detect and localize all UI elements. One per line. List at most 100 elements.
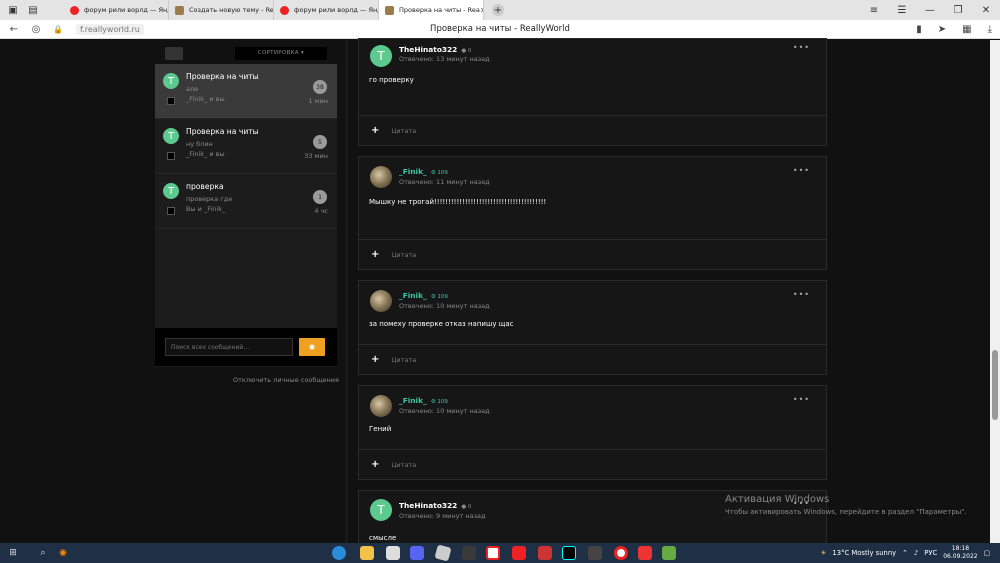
- system-tray: ☀ 13°C Mostly sunny ⌃ ♪ РУС 18:18 06.09.…: [820, 543, 990, 563]
- url-field[interactable]: f.reallyworld.ru: [76, 23, 144, 35]
- plus-icon[interactable]: +: [371, 459, 379, 470]
- avatar[interactable]: [370, 395, 392, 417]
- conversation-checkbox[interactable]: [167, 207, 175, 215]
- extensions-icon[interactable]: ▦: [962, 24, 971, 35]
- browser-tab-bar: ▣ ▤ форум рили ворлд — Янд Создать новую…: [0, 0, 1000, 20]
- page-scrollbar[interactable]: [990, 40, 1000, 543]
- gear-icon: ✱: [308, 342, 316, 352]
- yandex-icon[interactable]: [486, 546, 500, 560]
- new-tab-button[interactable]: +: [492, 4, 504, 16]
- browser-tab-2[interactable]: Создать новую тему - Rea: [169, 0, 274, 20]
- roblox-icon[interactable]: [434, 544, 452, 562]
- tab-title: Проверка на читы - Rea: [399, 6, 480, 14]
- conversation-checkbox[interactable]: [167, 152, 175, 160]
- more-options-icon[interactable]: •••: [793, 166, 810, 175]
- back-icon[interactable]: ←: [6, 24, 22, 35]
- author-name[interactable]: _Finik_ ⚙ 109: [399, 167, 448, 176]
- browser-tab-1[interactable]: форум рили ворлд — Янд: [64, 0, 169, 20]
- windows-taskbar: ⊞ ⌕ ◉ ☀ 13°C Mostly sunny ⌃ ♪ РУС 18:18 …: [0, 543, 1000, 563]
- tiktok-icon[interactable]: [562, 546, 576, 560]
- yandex-app-icon[interactable]: [512, 546, 526, 560]
- minimize-icon[interactable]: —: [916, 5, 944, 16]
- page-content: СОРТИРОВКА ▾ T Проверка на читы але _Fin…: [0, 38, 1000, 550]
- author-name[interactable]: TheHinato322 ● 0: [399, 45, 471, 54]
- bookmarks-icon[interactable]: ≡: [860, 5, 888, 16]
- conversation-time: 33 мин: [304, 152, 328, 160]
- windows-start-icon[interactable]: ⊞: [6, 546, 20, 560]
- more-options-icon[interactable]: •••: [793, 395, 810, 404]
- explorer-icon[interactable]: [360, 546, 374, 560]
- download-icon[interactable]: ⤓: [988, 24, 992, 35]
- conversation-time: 1 мин: [308, 97, 328, 105]
- yandex-browser-icon[interactable]: [462, 546, 476, 560]
- author-name[interactable]: _Finik_ ⚙ 109: [399, 396, 448, 405]
- plus-icon[interactable]: +: [371, 249, 379, 260]
- app-icon[interactable]: ◉: [56, 546, 70, 560]
- post-text: смысле: [369, 534, 397, 542]
- quote-button[interactable]: Цитата: [391, 127, 416, 135]
- message-post: _Finik_ ⚙ 109 Отвечено: 10 минут назад ••…: [358, 385, 827, 480]
- plus-icon[interactable]: +: [371, 125, 379, 136]
- files-icon[interactable]: [386, 546, 400, 560]
- browser-tab-3[interactable]: форум рили ворлд — Янд: [274, 0, 379, 20]
- folder-icon[interactable]: ▤: [26, 3, 40, 17]
- search-input[interactable]: [165, 338, 293, 356]
- scrollbar-thumb[interactable]: [992, 350, 998, 420]
- launcher-icon[interactable]: [588, 546, 602, 560]
- search-settings-button[interactable]: ✱: [299, 338, 325, 356]
- conversation-item[interactable]: T проверка проверка где Вы и _Finik_ 1 4…: [155, 174, 337, 229]
- clock[interactable]: 18:18 06.09.2022: [943, 545, 977, 561]
- quote-button[interactable]: Цитата: [391, 356, 416, 364]
- more-options-icon[interactable]: •••: [793, 43, 810, 52]
- post-time: Отвечено: 13 минут назад: [399, 55, 490, 63]
- author-name[interactable]: _Finik_ ⚙ 109: [399, 291, 448, 300]
- message-count-badge: 1: [313, 190, 327, 204]
- more-options-icon[interactable]: •••: [793, 290, 810, 299]
- close-tab-icon[interactable]: ✕: [480, 6, 483, 15]
- conversation-title: Проверка на читы: [186, 72, 259, 81]
- tab-title: форум рили ворлд — Янд: [294, 6, 379, 14]
- avatar: T: [163, 183, 179, 199]
- game-icon[interactable]: [538, 546, 552, 560]
- conversation-checkbox[interactable]: [167, 97, 175, 105]
- sort-dropdown[interactable]: СОРТИРОВКА ▾: [234, 46, 327, 60]
- close-window-icon[interactable]: ✕: [972, 5, 1000, 16]
- select-all-box[interactable]: [165, 46, 183, 60]
- tabs-menu-icon[interactable]: ▣: [6, 3, 20, 17]
- search-icon[interactable]: ⌕: [36, 546, 50, 560]
- tab-title: форум рили ворлд — Янд: [84, 6, 169, 14]
- weather-text[interactable]: 13°C Mostly sunny: [832, 549, 896, 557]
- post-footer: + Цитата: [359, 239, 826, 269]
- maximize-icon[interactable]: ❐: [944, 5, 972, 16]
- video-icon[interactable]: [638, 546, 652, 560]
- avatar[interactable]: [370, 290, 392, 312]
- menu-icon[interactable]: ☰: [888, 5, 916, 16]
- quote-button[interactable]: Цитата: [391, 251, 416, 259]
- plus-icon[interactable]: +: [371, 354, 379, 365]
- post-time: Отвечено: 10 минут назад: [399, 302, 490, 310]
- quote-button[interactable]: Цитата: [391, 461, 416, 469]
- avatar[interactable]: T: [370, 499, 392, 521]
- conversation-item[interactable]: T Проверка на читы але _Finik_ и вы 38 1…: [155, 64, 337, 119]
- browser-tab-active[interactable]: Проверка на читы - Rea ✕: [379, 0, 484, 20]
- bookmark-icon[interactable]: ▮: [916, 24, 922, 35]
- conversation-item[interactable]: T Проверка на читы ну блин _Finik_ и вы …: [155, 119, 337, 174]
- post-footer: + Цитата: [359, 449, 826, 479]
- avatar[interactable]: T: [370, 45, 392, 67]
- disable-messages-link[interactable]: Отключить личные сообщения: [233, 376, 339, 384]
- protect-icon[interactable]: ◎: [28, 24, 44, 35]
- clock-time: 18:18: [951, 545, 970, 552]
- edge-icon[interactable]: [332, 546, 346, 560]
- author-name[interactable]: TheHinato322 ● 0: [399, 501, 471, 510]
- page-title: Проверка на читы - ReallyWorld: [430, 24, 570, 34]
- reputation: ● 0: [461, 504, 472, 510]
- notifications-icon[interactable]: ▢: [984, 549, 990, 557]
- opera-icon[interactable]: [614, 546, 628, 560]
- share-icon[interactable]: ➤: [938, 24, 946, 35]
- avatar[interactable]: [370, 166, 392, 188]
- volume-icon[interactable]: ♪: [914, 549, 918, 557]
- minecraft-icon[interactable]: [662, 546, 676, 560]
- language-indicator[interactable]: РУС: [924, 549, 937, 557]
- network-icon[interactable]: ⌃: [902, 549, 908, 557]
- discord-icon[interactable]: [410, 546, 424, 560]
